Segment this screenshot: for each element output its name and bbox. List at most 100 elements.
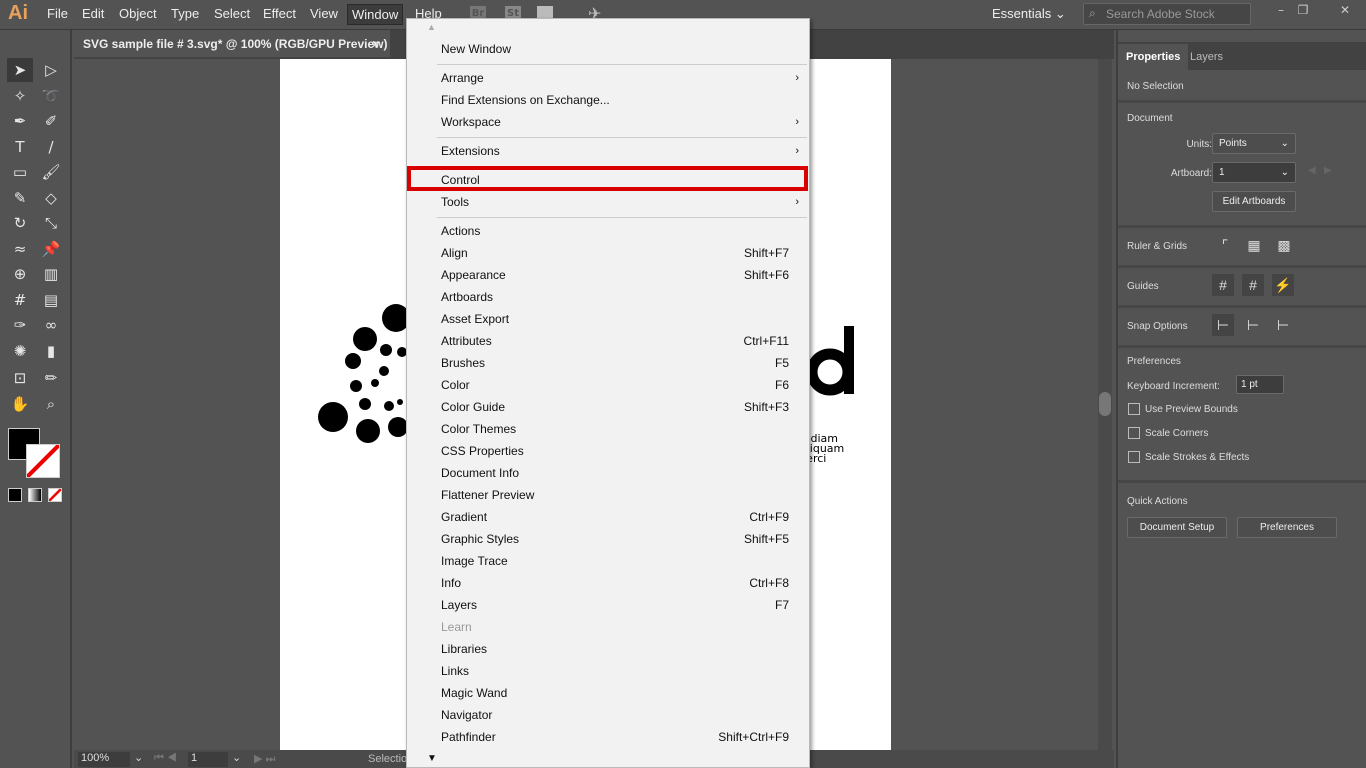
menu-item-new-window[interactable]: New Window [407,38,809,60]
perspective-grid-icon[interactable]: ▥ [38,262,64,286]
guides-icon[interactable]: # [1212,274,1234,296]
menu-item-appearance[interactable]: Appearance Shift+F6 [407,264,809,286]
close-window-button[interactable]: ✕ [1334,3,1356,19]
search-stock-input[interactable]: Search Adobe Stock [1083,3,1251,25]
menu-item-extensions[interactable]: Extensions › [407,140,809,162]
snap-to-point-icon[interactable]: ⊢ [1212,314,1234,336]
menu-effect[interactable]: Effect [263,6,296,21]
graph-tool-icon[interactable]: ▮ [38,339,64,363]
pen-tool-icon[interactable]: ✒ [7,109,33,133]
menu-item-layers[interactable]: Layers F7 [407,594,809,616]
slice-tool-icon[interactable]: ✏ [38,366,64,390]
snap-to-pixel-icon[interactable]: ⊢ [1242,314,1264,336]
menu-item-gradient[interactable]: Gradient Ctrl+F9 [407,506,809,528]
shaper-tool-icon[interactable]: ✎ [7,186,33,210]
menu-view[interactable]: View [310,6,338,21]
menu-item-flattener-preview[interactable]: Flattener Preview [407,484,809,506]
zoom-field[interactable]: 100% [78,752,130,767]
menu-item-links[interactable]: Links [407,660,809,682]
menu-item-image-trace[interactable]: Image Trace [407,550,809,572]
smart-guides-icon[interactable]: ⚡ [1272,274,1294,296]
next-artboard-icon[interactable]: ▶ ⏭ [254,752,275,766]
preferences-button[interactable]: Preferences [1237,517,1337,538]
grid-icon[interactable]: ▦ [1243,234,1265,256]
scroll-down-arrow-icon[interactable]: ▼ [427,753,437,764]
use-preview-bounds-checkbox[interactable] [1128,403,1140,415]
menu-type[interactable]: Type [171,6,199,21]
artboard-dropdown[interactable]: 1 ⌄ [1212,162,1296,183]
type-tool-icon[interactable]: T [7,135,33,159]
menu-item-find-extensions-on-exchange[interactable]: Find Extensions on Exchange... [407,89,809,111]
menu-item-align[interactable]: Align Shift+F7 [407,242,809,264]
document-setup-button[interactable]: Document Setup [1127,517,1227,538]
paintbrush-icon[interactable]: 🖌 [38,160,64,184]
zoom-tool-icon[interactable]: ⌕ [38,392,64,416]
scroll-thumb[interactable] [1099,392,1111,416]
direct-selection-tool-icon[interactable]: ▷ [38,58,64,82]
artboard-field[interactable]: 1 [188,752,228,767]
menu-item-css-properties[interactable]: CSS Properties [407,440,809,462]
magic-wand-icon[interactable]: ✧ [7,84,33,108]
scale-strokes-checkbox[interactable] [1128,451,1140,463]
blend-tool-icon[interactable]: ∞ [38,313,64,337]
warp-tool-icon[interactable]: ≈ [7,237,33,261]
zoom-dropdown-icon[interactable]: ⌄ [134,751,143,764]
none-mode-button[interactable] [48,488,62,502]
mesh-tool-icon[interactable]: # [7,288,33,312]
gradient-tool-icon[interactable]: ▤ [38,288,64,312]
menu-item-tools[interactable]: Tools › [407,191,809,213]
menu-item-brushes[interactable]: Brushes F5 [407,352,809,374]
line-tool-icon[interactable]: / [38,135,64,159]
artboard-dropdown-icon[interactable]: ⌄ [232,751,241,764]
artboard-tool-icon[interactable]: ⊡ [7,366,33,390]
keyboard-increment-field[interactable]: 1 pt [1236,375,1284,394]
menu-item-navigator[interactable]: Navigator [407,704,809,726]
menu-item-attributes[interactable]: Attributes Ctrl+F11 [407,330,809,352]
vertical-scrollbar[interactable] [1098,59,1112,750]
menu-file[interactable]: File [47,6,68,21]
eraser-icon[interactable]: ◇ [38,186,64,210]
tab-layers[interactable]: Layers [1182,44,1231,70]
tab-properties[interactable]: Properties [1118,44,1189,70]
restore-button[interactable]: ❐ [1292,3,1314,19]
symbol-sprayer-icon[interactable]: ✺ [7,339,33,363]
menu-item-color-themes[interactable]: Color Themes [407,418,809,440]
workspace-switcher[interactable]: Essentials ⌄ [992,6,1066,22]
eyedropper-icon[interactable]: ✑ [7,313,33,337]
menu-item-arrange[interactable]: Arrange › [407,67,809,89]
menu-item-color-guide[interactable]: Color Guide Shift+F3 [407,396,809,418]
lock-guides-icon[interactable]: # [1242,274,1264,296]
menu-edit[interactable]: Edit [82,6,104,21]
menu-item-info[interactable]: Info Ctrl+F8 [407,572,809,594]
stroke-swatch[interactable] [26,444,60,478]
menu-item-asset-export[interactable]: Asset Export [407,308,809,330]
color-mode-button[interactable] [8,488,22,502]
close-tab-button[interactable]: × [372,30,379,58]
hand-tool-icon[interactable]: ✋ [7,392,33,416]
rotate-tool-icon[interactable]: ↻ [7,211,33,235]
menu-object[interactable]: Object [119,6,157,21]
menu-item-workspace[interactable]: Workspace › [407,111,809,133]
menu-item-graphic-styles[interactable]: Graphic Styles Shift+F5 [407,528,809,550]
minimize-button[interactable]: – [1270,3,1292,19]
curvature-tool-icon[interactable]: ✐ [38,109,64,133]
document-tab[interactable]: SVG sample file # 3.svg* @ 100% (RGB/GPU… [74,30,390,58]
menu-window[interactable]: Window [347,4,404,25]
menu-item-magic-wand[interactable]: Magic Wand [407,682,809,704]
gradient-mode-button[interactable] [28,488,42,502]
scale-corners-checkbox[interactable] [1128,427,1140,439]
menu-item-pathfinder[interactable]: Pathfinder Shift+Ctrl+F9 [407,726,809,748]
menu-item-libraries[interactable]: Libraries [407,638,809,660]
ruler-icon[interactable]: ⌜ [1214,234,1236,256]
menu-item-actions[interactable]: Actions [407,220,809,242]
menu-item-document-info[interactable]: Document Info [407,462,809,484]
snap-to-grid-icon[interactable]: ⊢ [1272,314,1294,336]
menu-select[interactable]: Select [214,6,250,21]
rectangle-tool-icon[interactable]: ▭ [7,160,33,184]
units-dropdown[interactable]: Points ⌄ [1212,133,1296,154]
artboard-nav-icon[interactable]: ◀ ▶ [1308,165,1332,176]
first-artboard-icon[interactable]: ⏮ ◀ [154,752,177,765]
shape-builder-icon[interactable]: ⊕ [7,262,33,286]
scroll-up-arrow-icon[interactable]: ▲ [427,22,436,32]
menu-item-artboards[interactable]: Artboards [407,286,809,308]
